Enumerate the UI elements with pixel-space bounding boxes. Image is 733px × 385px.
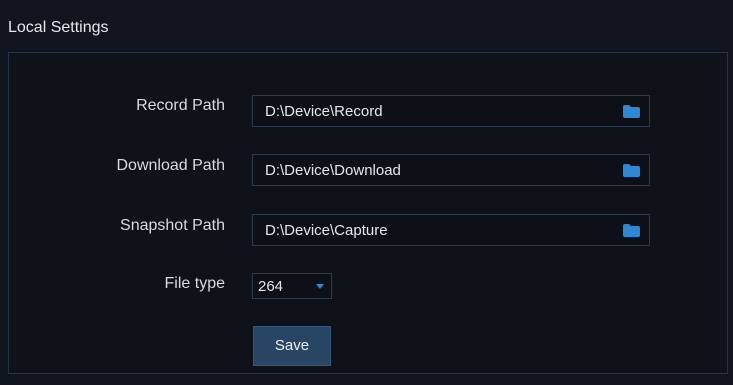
snapshot-path-label: Snapshot Path xyxy=(120,217,225,234)
record-path-value: D:\Device\Record xyxy=(265,103,383,120)
download-path-label: Download Path xyxy=(116,157,225,174)
panel-title: Local Settings xyxy=(8,19,109,36)
file-type-label: File type xyxy=(164,275,225,292)
download-path-field[interactable]: D:\Device\Download xyxy=(252,154,650,186)
file-type-select[interactable]: 264 xyxy=(252,273,332,299)
folder-icon[interactable] xyxy=(623,105,640,118)
snapshot-path-field[interactable]: D:\Device\Capture xyxy=(252,214,650,246)
chevron-down-icon xyxy=(316,284,324,289)
settings-form: Record Path D:\Device\Record Download Pa… xyxy=(8,52,728,374)
record-path-field[interactable]: D:\Device\Record xyxy=(252,95,650,127)
snapshot-path-value: D:\Device\Capture xyxy=(265,222,388,239)
folder-icon[interactable] xyxy=(623,224,640,237)
file-type-value: 264 xyxy=(258,278,284,295)
folder-icon[interactable] xyxy=(623,164,640,177)
record-path-label: Record Path xyxy=(136,97,225,114)
local-settings-panel: Local Settings Record Path D:\Device\Rec… xyxy=(0,0,733,385)
save-button[interactable]: Save xyxy=(253,326,331,366)
download-path-value: D:\Device\Download xyxy=(265,162,401,179)
